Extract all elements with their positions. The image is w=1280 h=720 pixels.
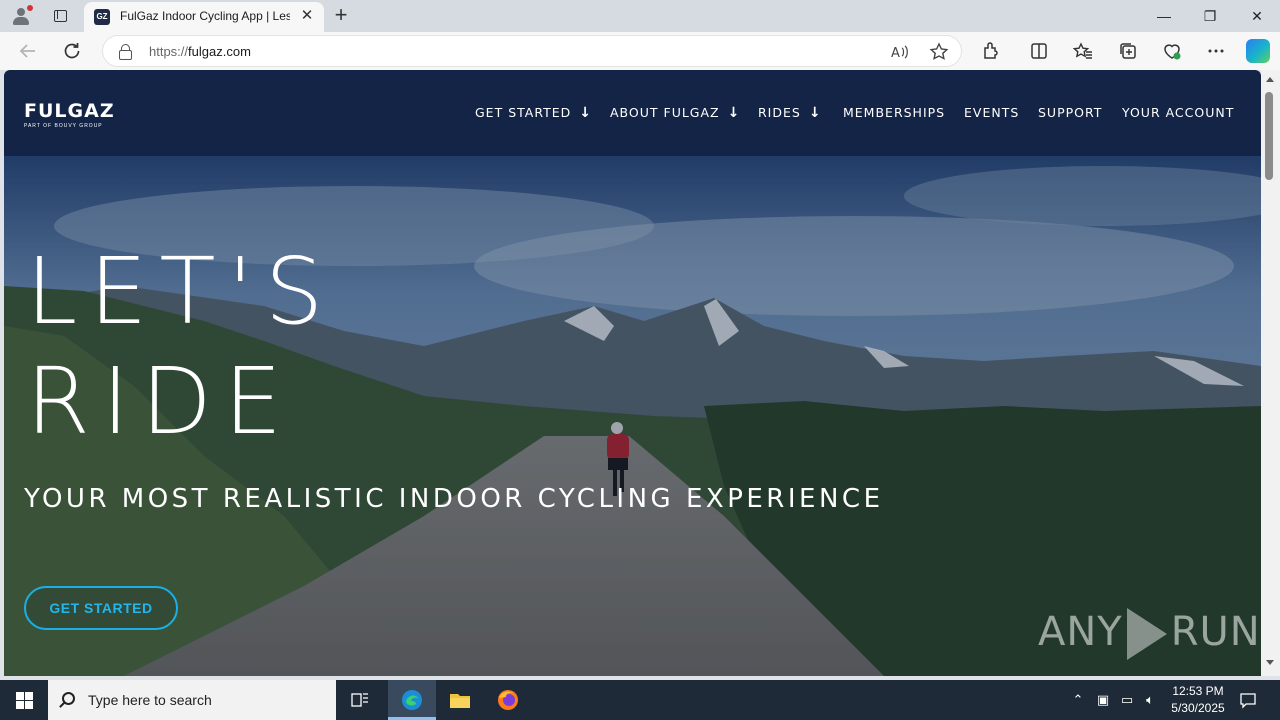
hero-headline-line2: RIDE xyxy=(26,348,295,455)
hero-section: LET'S RIDE YOUR MOST REALISTIC INDOOR CY… xyxy=(4,156,1261,676)
tab-actions-icon[interactable] xyxy=(50,6,70,26)
collections-icon[interactable] xyxy=(1116,39,1140,63)
new-tab-button[interactable]: + xyxy=(330,4,352,26)
chevron-down-icon: ↓ xyxy=(727,105,741,121)
main-nav: GET STARTED ↓ ABOUT FULGAZ ↓ RIDES ↓ MEMBER… xyxy=(4,105,1261,121)
nav-about-fulgaz[interactable]: ABOUT FULGAZ ↓ xyxy=(610,105,740,121)
scroll-up-icon[interactable] xyxy=(1266,77,1274,82)
window-minimize-button[interactable]: — xyxy=(1141,0,1187,32)
copilot-icon[interactable] xyxy=(1246,39,1270,63)
svg-text:A: A xyxy=(891,46,900,61)
get-started-button[interactable]: GET STARTED xyxy=(24,586,178,630)
nav-memberships[interactable]: MEMBERSHIPS xyxy=(843,105,945,120)
windows-taskbar: Type here to search ⌃ ▣ ▭ 🔈︎ 12:53 PM 5/… xyxy=(0,680,1280,720)
clock-time: 12:53 PM xyxy=(1172,684,1224,698)
favorite-star-icon[interactable] xyxy=(927,40,951,64)
clock-date: 5/30/2025 xyxy=(1171,701,1225,715)
address-bar[interactable]: https://fulgaz.com A xyxy=(102,35,962,67)
firefox-icon[interactable] xyxy=(484,680,532,720)
read-aloud-icon[interactable]: A xyxy=(887,40,911,64)
network-icon[interactable]: ▭ xyxy=(1118,680,1136,720)
tab-close-icon[interactable]: ✕ xyxy=(298,7,316,25)
window-restore-button[interactable]: ❐ xyxy=(1187,0,1233,32)
window-close-button[interactable]: ✕ xyxy=(1234,0,1280,32)
tray-device-icon[interactable]: ▣ xyxy=(1094,680,1112,720)
browser-toolbar: https://fulgaz.com A xyxy=(0,32,1280,70)
browser-tab-strip: GZ FulGaz Indoor Cycling App | Les ✕ + —… xyxy=(0,0,1280,32)
fulgaz-favicon-icon: GZ xyxy=(94,9,110,25)
taskbar-clock[interactable]: 12:53 PM 5/30/2025 xyxy=(1160,683,1236,717)
browser-tab-active[interactable]: GZ FulGaz Indoor Cycling App | Les ✕ xyxy=(84,2,324,32)
favorites-icon[interactable] xyxy=(1071,39,1095,63)
scroll-down-icon[interactable] xyxy=(1266,660,1274,665)
edge-icon[interactable] xyxy=(388,680,436,720)
task-view-icon[interactable] xyxy=(336,680,384,720)
taskbar-search-box[interactable]: Type here to search xyxy=(48,680,336,720)
tab-title: FulGaz Indoor Cycling App | Les xyxy=(120,9,290,23)
nav-events[interactable]: EVENTS xyxy=(964,105,1019,120)
scroll-thumb[interactable] xyxy=(1265,92,1273,180)
file-explorer-icon[interactable] xyxy=(436,680,484,720)
refresh-icon[interactable] xyxy=(60,39,84,63)
lock-icon[interactable] xyxy=(119,44,132,60)
anyrun-watermark: ANY RUN xyxy=(1038,608,1261,660)
hero-headline-line1: LET'S xyxy=(26,238,336,345)
windows-start-button[interactable] xyxy=(0,680,48,720)
back-icon[interactable] xyxy=(16,39,40,63)
play-icon xyxy=(1126,608,1167,660)
search-icon xyxy=(62,692,75,705)
search-placeholder: Type here to search xyxy=(88,692,212,708)
more-icon[interactable] xyxy=(1204,39,1228,63)
browser-essentials-icon[interactable] xyxy=(1160,39,1184,63)
hero-subheadline: YOUR MOST REALISTIC INDOOR CYCLING EXPER… xyxy=(24,484,884,514)
notifications-icon[interactable] xyxy=(1236,680,1260,720)
nav-support[interactable]: SUPPORT xyxy=(1038,105,1102,120)
page-viewport: FULGAZ PART OF BOUVY GROUP GET STARTED ↓ … xyxy=(4,70,1261,676)
site-header: FULGAZ PART OF BOUVY GROUP GET STARTED ↓ … xyxy=(4,70,1261,156)
logo-tagline: PART OF BOUVY GROUP xyxy=(24,123,103,129)
profile-icon[interactable] xyxy=(10,5,33,27)
tray-chevron-up-icon[interactable]: ⌃ xyxy=(1068,680,1088,720)
chevron-down-icon: ↓ xyxy=(579,105,593,121)
split-screen-icon[interactable] xyxy=(1027,39,1051,63)
extensions-icon[interactable] xyxy=(979,39,1003,63)
nav-get-started[interactable]: GET STARTED ↓ xyxy=(475,105,592,121)
nav-rides[interactable]: RIDES ↓ xyxy=(758,105,822,121)
url-text: https://fulgaz.com xyxy=(149,44,251,59)
nav-your-account[interactable]: YOUR ACCOUNT xyxy=(1122,105,1234,120)
chevron-down-icon: ↓ xyxy=(808,105,822,121)
page-scrollbar[interactable] xyxy=(1261,70,1280,676)
volume-icon[interactable]: 🔈︎ xyxy=(1140,680,1160,720)
